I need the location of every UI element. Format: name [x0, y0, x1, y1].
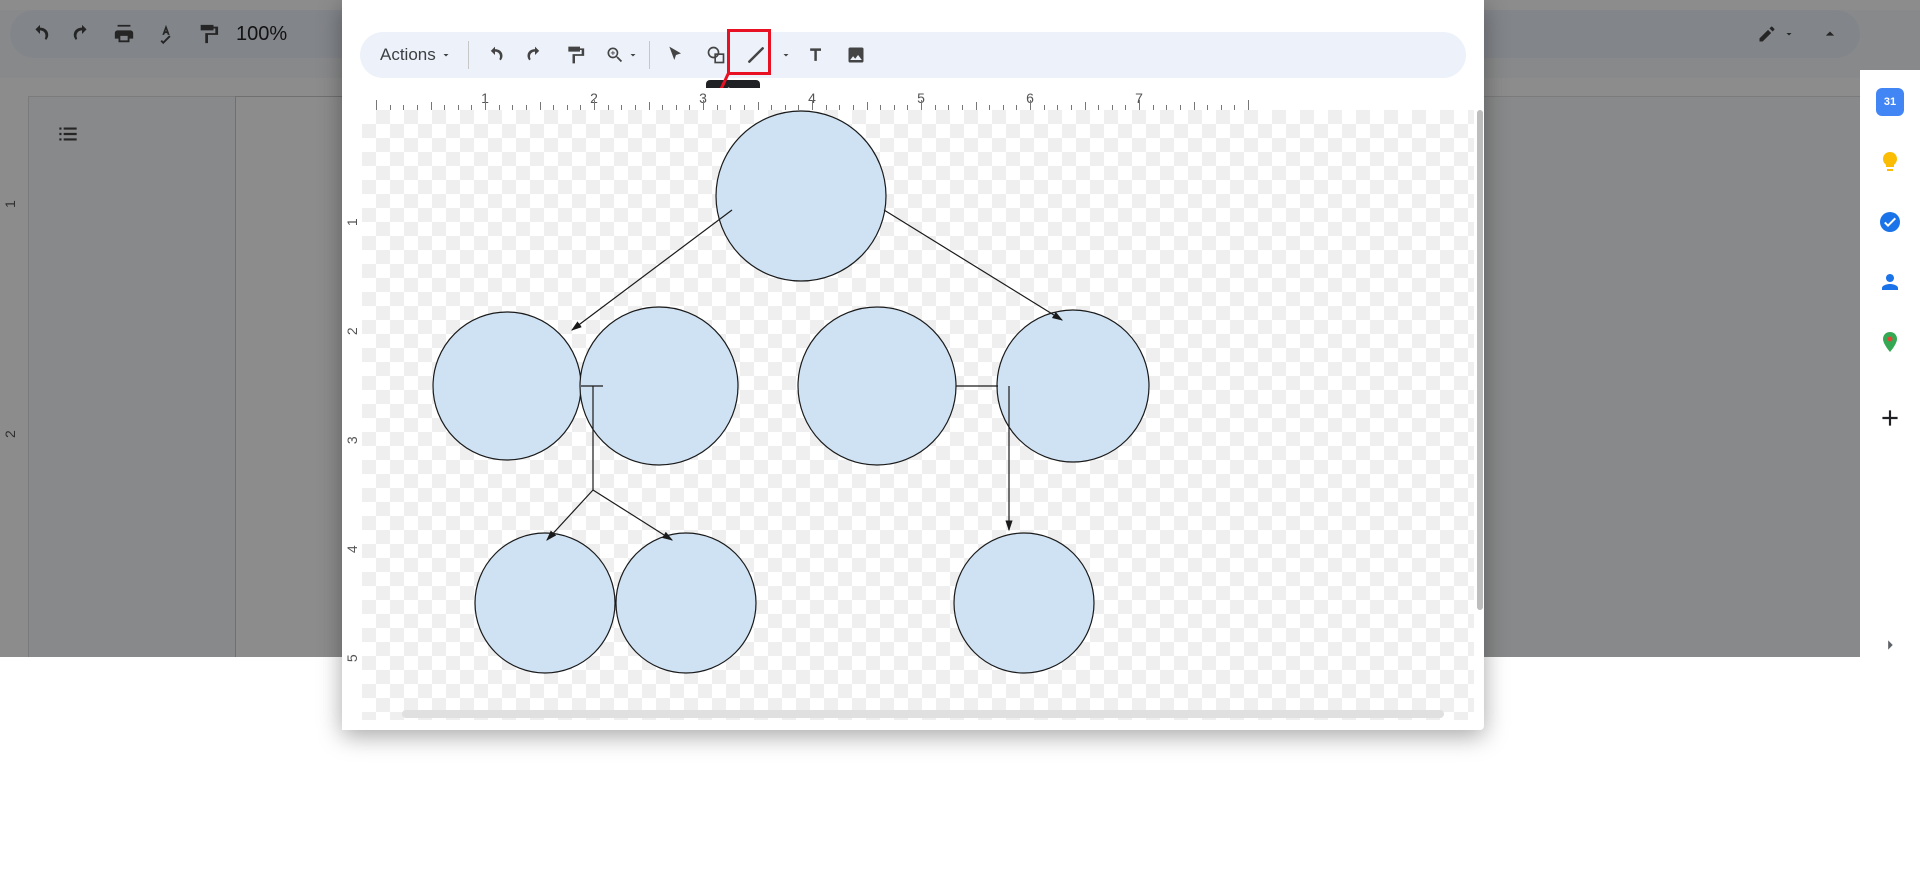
line-tool[interactable]: [738, 37, 774, 73]
diagram-edge[interactable]: [593, 490, 672, 540]
tasks-icon[interactable]: [1876, 208, 1904, 236]
line-tool-dropdown[interactable]: [778, 37, 794, 73]
dialog-vertical-scrollbar[interactable]: [1477, 110, 1483, 610]
ruler-tick: 1: [344, 218, 360, 226]
diagram-node[interactable]: [616, 533, 756, 673]
diagram-node[interactable]: [954, 533, 1094, 673]
editing-mode-button[interactable]: [1746, 16, 1806, 52]
diagram-node[interactable]: [798, 307, 956, 465]
canvas-horizontal-scrollbar[interactable]: [402, 710, 1444, 718]
contacts-icon[interactable]: [1876, 268, 1904, 296]
paint-format-button[interactable]: [557, 37, 593, 73]
textbox-tool[interactable]: [798, 37, 834, 73]
calendar-icon[interactable]: 31: [1876, 88, 1904, 116]
drawing-horizontal-ruler: 1 2 3 4 5 6 7: [362, 88, 1474, 110]
ruler-tick: 3: [344, 436, 360, 444]
diagram-node[interactable]: [997, 310, 1149, 462]
ruler-tick: 2: [2, 430, 18, 438]
diagram-edge[interactable]: [884, 210, 1062, 320]
diagram-node[interactable]: [475, 533, 615, 673]
diagram-node[interactable]: [433, 312, 581, 460]
keep-icon[interactable]: [1876, 148, 1904, 176]
drawing-dialog: Actions: [342, 0, 1484, 730]
paint-format-button[interactable]: [190, 16, 226, 52]
undo-button[interactable]: [22, 16, 58, 52]
drawing-vertical-ruler: 1 2 3 4 5: [342, 110, 362, 730]
maps-icon[interactable]: [1876, 328, 1904, 356]
ruler-tick: 5: [344, 654, 360, 662]
spellcheck-button[interactable]: [148, 16, 184, 52]
ruler-tick: 4: [344, 545, 360, 553]
zoom-level[interactable]: 100%: [236, 23, 287, 46]
shape-tool[interactable]: [698, 37, 734, 73]
diagram-edge[interactable]: [547, 490, 593, 540]
image-tool[interactable]: [838, 37, 874, 73]
ruler-tick: 2: [344, 327, 360, 335]
collapse-toolbar-button[interactable]: [1812, 16, 1848, 52]
ruler-tick: 1: [2, 200, 18, 208]
diagram-node[interactable]: [716, 111, 886, 281]
drawing-canvas[interactable]: [362, 110, 1474, 720]
actions-menu[interactable]: Actions: [372, 37, 460, 73]
redo-button[interactable]: [517, 37, 553, 73]
show-side-panel-button[interactable]: [1876, 631, 1904, 659]
get-addons-button[interactable]: [1876, 404, 1904, 432]
drawing-toolbar: Actions: [360, 32, 1466, 78]
undo-button[interactable]: [477, 37, 513, 73]
diagram-node[interactable]: [580, 307, 738, 465]
outline-toggle-button[interactable]: [50, 116, 86, 152]
print-button[interactable]: [106, 16, 142, 52]
select-tool[interactable]: [658, 37, 694, 73]
zoom-menu[interactable]: [597, 37, 641, 73]
redo-button[interactable]: [64, 16, 100, 52]
